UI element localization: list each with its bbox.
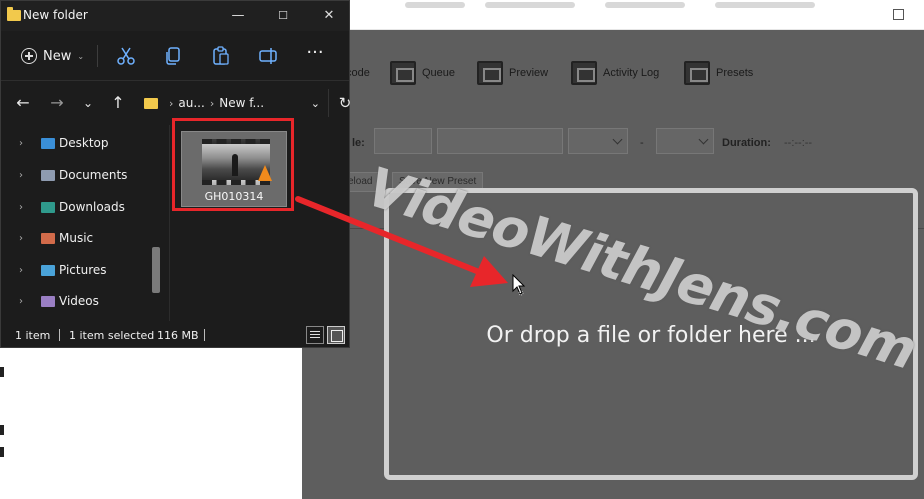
nav-item-downloads[interactable]: › Downloads [1,195,161,219]
file-explorer-window: New folder — ☐ ✕ New ⌄ ··· ← → ⌄ ↑ › au.… [0,0,351,348]
range-end-select[interactable] [656,128,714,154]
presets-icon [684,61,710,85]
address-dropdown-icon[interactable]: ⌄ [311,97,320,110]
explorer-addressbar: ← → ⌄ ↑ › au... › New f... ⌄ ↻ [1,83,351,123]
refresh-icon[interactable]: ↻ [335,93,355,113]
videos-folder-icon [41,295,55,307]
nav-item-label: Downloads [59,200,125,214]
documents-folder-icon [41,169,55,181]
folder-icon [144,97,158,109]
nav-item-pictures[interactable]: › Pictures [1,258,161,282]
window-title: New folder [23,8,88,22]
drop-zone[interactable]: Or drop a file or folder here ... [384,188,918,480]
preview-icon [477,61,503,85]
selection-size: 116 MB [157,329,199,342]
close-button[interactable]: ✕ [314,6,344,26]
range-start-select[interactable] [568,128,628,154]
duration-value: --:--:-- [784,137,813,149]
pane-divider[interactable] [169,125,170,321]
background-titlebar [345,0,924,30]
toolbar-preview[interactable]: Preview [477,61,548,85]
toolbar-queue[interactable]: Queue [390,61,455,85]
breadcrumb-current[interactable]: New f... [219,96,264,110]
plus-circle-icon [21,48,37,64]
expand-chevron-icon[interactable]: › [19,265,29,276]
copy-icon[interactable] [164,46,184,66]
downloads-folder-icon [41,201,55,213]
vlc-icon [258,165,272,181]
nav-item-label: Videos [59,294,99,308]
toolbar-presets-label: Presets [716,67,754,79]
pictures-folder-icon [41,264,55,276]
title-select[interactable] [374,128,432,154]
desktop-folder-icon [41,137,55,149]
toolbar-presets[interactable]: Presets [684,61,753,85]
explorer-commandbar: New ⌄ ··· [1,31,349,81]
range-dash: - [640,137,644,149]
rename-icon[interactable] [258,46,278,66]
angle-select[interactable] [437,128,563,154]
navigation-scrollbar[interactable] [152,247,160,293]
explorer-titlebar[interactable]: New folder — ☐ ✕ [1,1,349,31]
nav-item-music[interactable]: › Music [1,226,161,250]
nav-item-label: Music [59,231,94,245]
maximize-button[interactable]: ☐ [268,6,298,26]
nav-item-label: Documents [59,168,128,182]
expand-chevron-icon[interactable]: › [19,202,29,213]
nav-item-documents[interactable]: › Documents [1,163,161,187]
folder-icon [7,7,21,21]
recent-locations-chevron-icon[interactable]: ⌄ [78,93,98,113]
item-count: 1 item [15,329,51,342]
minimize-button[interactable]: — [223,6,253,26]
details-view-icon[interactable] [306,326,324,344]
file-name: GH010314 [204,190,264,203]
large-icons-view-icon[interactable] [327,326,345,344]
file-list-pane: GH010314 [171,125,349,321]
duration-label: Duration: [722,137,771,149]
expand-chevron-icon[interactable]: › [19,233,29,244]
more-options-icon[interactable]: ··· [305,44,325,66]
maximize-icon[interactable] [893,9,904,20]
new-button-label: New [43,48,72,64]
chevron-down-icon: ⌄ [77,51,85,61]
breadcrumb-separator-icon: › [169,96,174,110]
nav-item-label: Desktop [59,136,109,150]
breadcrumb-parent[interactable]: au... [178,96,204,110]
toolbar-queue-label: Queue [422,67,456,79]
drop-zone-text: Or drop a file or folder here ... [486,323,816,348]
toolbar-activity-log[interactable]: Activity Log [571,61,659,85]
expand-chevron-icon[interactable]: › [19,296,29,307]
cut-icon[interactable] [116,46,136,66]
explorer-statusbar: 1 item 1 item selected 116 MB [1,323,349,347]
desktop-area [0,345,302,499]
address-path[interactable]: › au... › New f... ⌄ [134,89,329,117]
nav-item-label: Pictures [59,263,107,277]
title-label: le: [352,137,365,149]
selection-count: 1 item selected [69,329,155,342]
forward-arrow-icon[interactable]: → [47,93,67,113]
navigation-pane: › Desktop › Documents › Downloads › Musi… [1,125,169,321]
up-arrow-icon[interactable]: ↑ [108,93,128,113]
activity-log-icon [571,61,597,85]
new-button[interactable]: New ⌄ [21,45,84,67]
file-item[interactable]: GH010314 [181,131,287,207]
nav-item-desktop[interactable]: › Desktop [1,131,161,155]
queue-icon [390,61,416,85]
music-folder-icon [41,232,55,244]
breadcrumb-separator-icon: › [209,96,215,110]
nav-item-videos[interactable]: › Videos [1,289,161,313]
toolbar-activity-log-label: Activity Log [603,67,660,79]
toolbar-preview-label: Preview [509,67,549,79]
back-arrow-icon[interactable]: ← [13,93,33,113]
paste-icon[interactable] [211,46,231,66]
expand-chevron-icon[interactable]: › [19,170,29,181]
expand-chevron-icon[interactable]: › [19,138,29,149]
